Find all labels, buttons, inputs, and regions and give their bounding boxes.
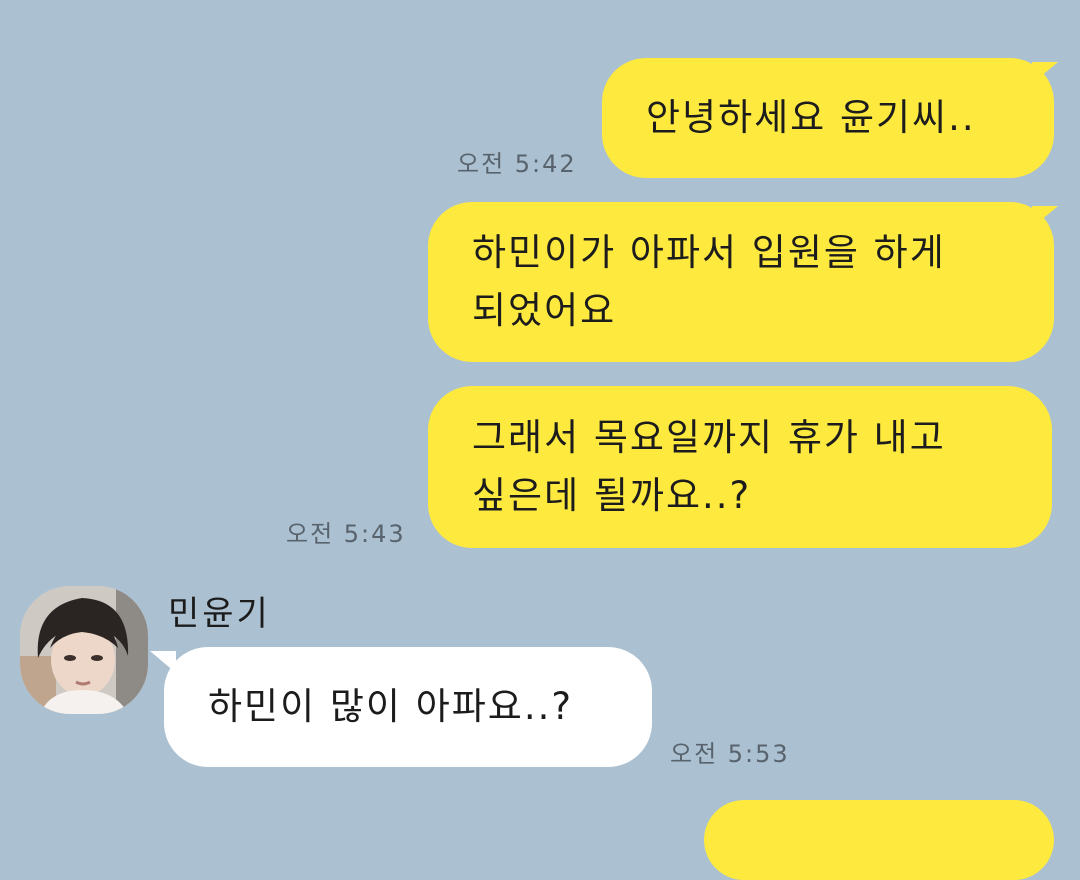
my-message-bubble[interactable]: 하민이가 아파서 입원을 하게 되었어요 [428,202,1054,362]
contact-name: 민윤기 [168,594,271,634]
message-timestamp: 오전 5:53 [670,740,790,768]
my-message-bubble[interactable]: 안녕하세요 윤기씨.. [602,58,1054,178]
their-message-bubble[interactable]: 하민이 많이 아파요..? [164,647,652,767]
message-text: 그래서 목요일까지 휴가 내고 싶은데 될까요..? [472,409,946,525]
my-message-bubble[interactable] [704,800,1054,880]
profile-photo-icon [20,586,148,714]
contact-avatar[interactable] [20,586,148,714]
message-text: 안녕하세요 윤기씨.. [646,96,976,139]
bubble-tail [1032,62,1058,84]
message-line: 되었어요 [472,289,617,332]
bubble-tail [150,651,176,673]
message-line: 그래서 목요일까지 휴가 내고 [472,416,946,459]
message-text: 하민이가 아파서 입원을 하게 되었어요 [472,224,946,340]
message-timestamp: 오전 5:43 [286,520,406,548]
message-timestamp: 오전 5:42 [457,150,577,178]
my-message-bubble[interactable]: 그래서 목요일까지 휴가 내고 싶은데 될까요..? [428,386,1052,548]
message-line: 하민이가 아파서 입원을 하게 [472,231,946,274]
message-line: 싶은데 될까요..? [472,474,752,517]
bubble-tail [1032,206,1058,228]
message-text: 하민이 많이 아파요..? [208,685,574,728]
